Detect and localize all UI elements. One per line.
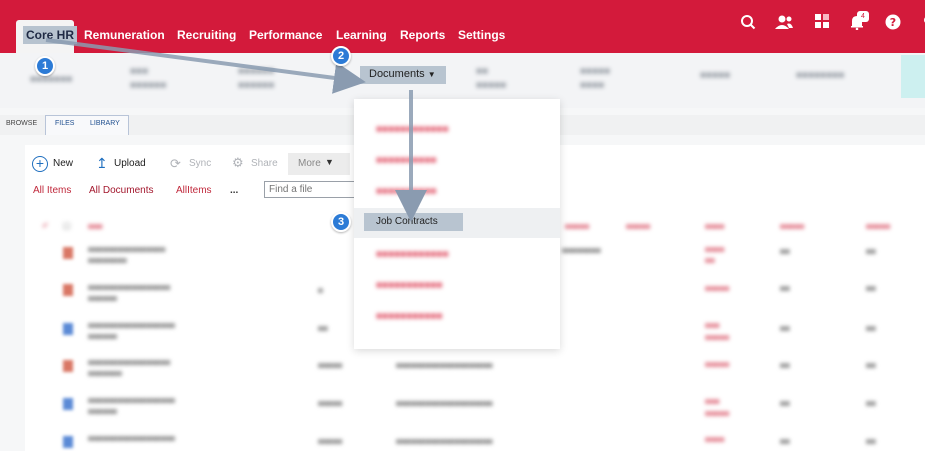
arrow-step1-to-step2 — [45, 38, 366, 94]
step-marker-1: 1 — [35, 56, 55, 76]
step-marker-3: 3 — [331, 212, 351, 232]
annotation-arrows — [45, 38, 427, 222]
step-marker-2: 2 — [331, 46, 351, 66]
screen: Core HR Remuneration Recruiting Performa… — [0, 0, 925, 451]
